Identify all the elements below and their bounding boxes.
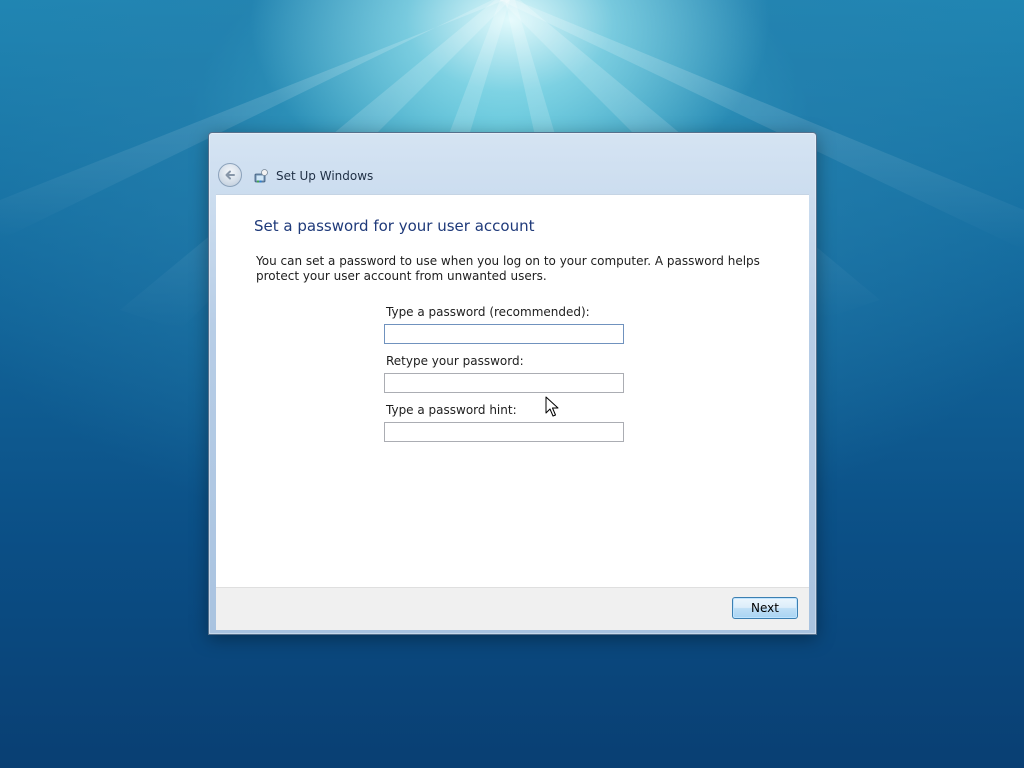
page-heading: Set a password for your user account xyxy=(254,217,535,235)
back-arrow-icon xyxy=(225,170,235,180)
password-hint-input[interactable] xyxy=(384,422,624,442)
password-hint-label: Type a password hint: xyxy=(386,403,517,417)
setup-windows-icon xyxy=(254,169,268,183)
back-button[interactable] xyxy=(218,163,242,187)
content-pane: Set a password for your user account You… xyxy=(216,194,809,588)
title-bar: Set Up Windows xyxy=(209,157,816,193)
next-button[interactable]: Next xyxy=(732,597,798,619)
password-label: Type a password (recommended): xyxy=(386,305,590,319)
dialog-footer: Next xyxy=(216,587,809,630)
retype-password-input[interactable] xyxy=(384,373,624,393)
setup-windows-dialog: Set Up Windows Set a password for your u… xyxy=(208,132,817,635)
retype-password-label: Retype your password: xyxy=(386,354,524,368)
password-input[interactable] xyxy=(384,324,624,344)
page-description: You can set a password to use when you l… xyxy=(256,254,760,283)
window-title: Set Up Windows xyxy=(276,169,374,183)
